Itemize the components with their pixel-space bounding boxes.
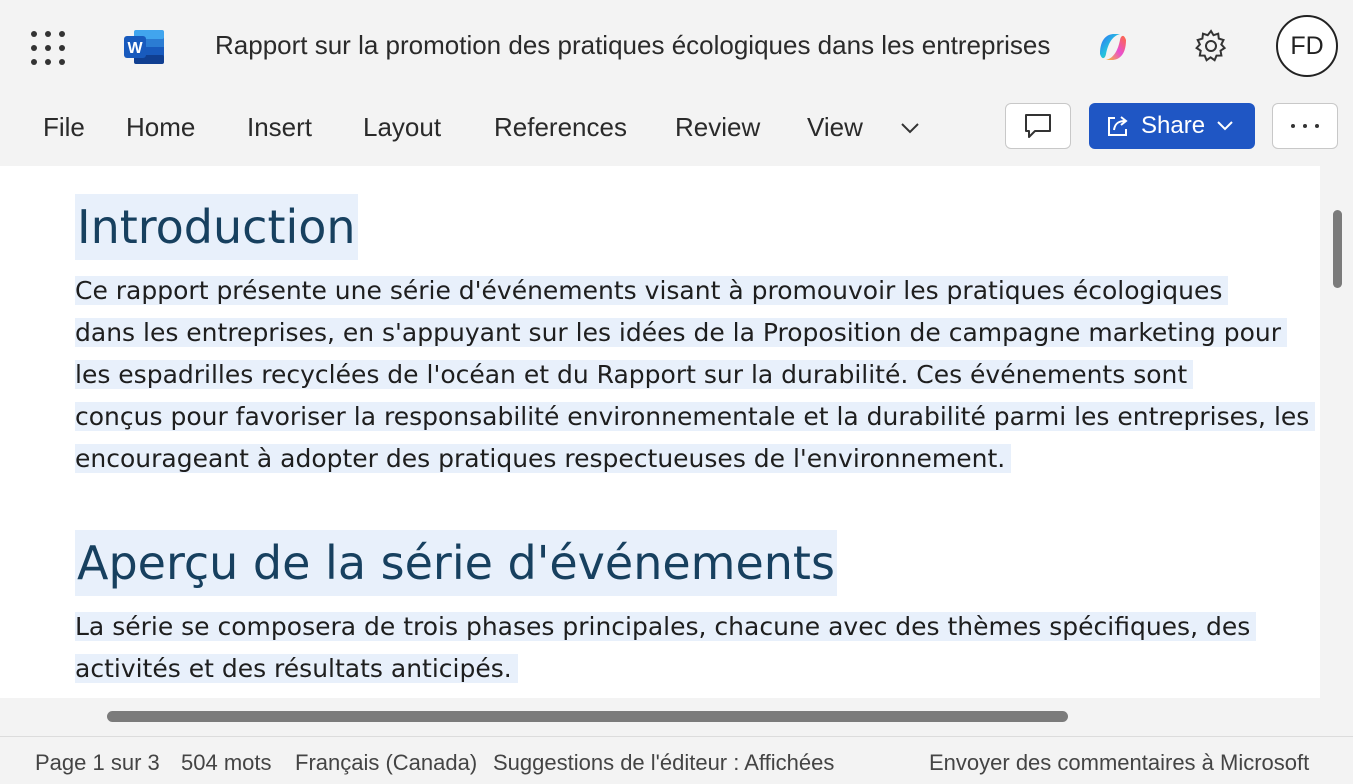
tab-review[interactable]: Review — [675, 112, 760, 143]
heading-apercu[interactable]: Aperçu de la série d'événements — [75, 530, 837, 596]
status-page-count[interactable]: Page 1 sur 3 — [35, 750, 160, 776]
tab-layout[interactable]: Layout — [363, 112, 441, 143]
chevron-down-icon[interactable] — [898, 116, 922, 140]
comment-icon — [1025, 114, 1051, 138]
text-line: les espadrilles recyclées de l'océan et … — [75, 360, 1194, 389]
comments-button[interactable] — [1005, 103, 1071, 149]
vertical-scroll-thumb[interactable] — [1333, 210, 1342, 288]
paragraph-introduction[interactable]: Ce rapport présente une série d'événemen… — [75, 270, 1320, 480]
vertical-scrollbar[interactable] — [1320, 166, 1353, 698]
tab-home[interactable]: Home — [126, 112, 195, 143]
ellipsis-icon — [1291, 124, 1295, 128]
status-editor-suggestions[interactable]: Suggestions de l'éditeur : Affichées — [493, 750, 834, 776]
tab-view[interactable]: View — [807, 112, 863, 143]
share-button[interactable]: Share — [1089, 103, 1255, 149]
word-logo-icon[interactable]: W — [122, 28, 166, 66]
horizontal-scrollbar[interactable] — [0, 698, 1353, 736]
text-line: encourageant à adopter des pratiques res… — [75, 444, 1012, 473]
document-canvas[interactable]: Introduction Ce rapport présente une sér… — [0, 166, 1320, 698]
text-line: La série se composera de trois phases pr… — [75, 612, 1257, 641]
svg-text:W: W — [127, 40, 143, 57]
paragraph-apercu[interactable]: La série se composera de trois phases pr… — [75, 606, 1320, 690]
horizontal-scroll-thumb[interactable] — [107, 711, 1068, 722]
more-options-button[interactable] — [1272, 103, 1338, 149]
title-bar: W Rapport sur la promotion des pratiques… — [0, 0, 1353, 94]
tab-references[interactable]: References — [494, 112, 627, 143]
share-icon — [1108, 116, 1128, 136]
text-line: dans les entreprises, en s'appuyant sur … — [75, 318, 1287, 347]
tab-insert[interactable]: Insert — [247, 112, 312, 143]
text-line: conçus pour favoriser la responsabilité … — [75, 402, 1316, 431]
document-title[interactable]: Rapport sur la promotion des pratiques é… — [215, 30, 1050, 61]
copilot-icon[interactable] — [1094, 28, 1132, 66]
tab-file[interactable]: File — [43, 112, 85, 143]
settings-gear-icon[interactable] — [1192, 27, 1230, 65]
ribbon-tabs: File Home Insert Layout References Revie… — [0, 94, 1353, 166]
status-bar: Page 1 sur 3 504 mots Français (Canada) … — [0, 736, 1353, 784]
user-avatar[interactable]: FD — [1276, 15, 1338, 77]
text-line: activités et des résultats anticipés. — [75, 654, 518, 683]
share-label: Share — [1141, 112, 1206, 139]
document-body[interactable]: Introduction Ce rapport présente une sér… — [75, 194, 1320, 690]
heading-introduction[interactable]: Introduction — [75, 194, 358, 260]
status-feedback-link[interactable]: Envoyer des commentaires à Microsoft — [929, 750, 1309, 776]
text-line: Ce rapport présente une série d'événemen… — [75, 276, 1229, 305]
status-word-count[interactable]: 504 mots — [181, 750, 272, 776]
waffle-icon[interactable] — [28, 28, 68, 68]
status-language[interactable]: Français (Canada) — [295, 750, 477, 776]
share-chevron-icon — [1217, 121, 1233, 131]
